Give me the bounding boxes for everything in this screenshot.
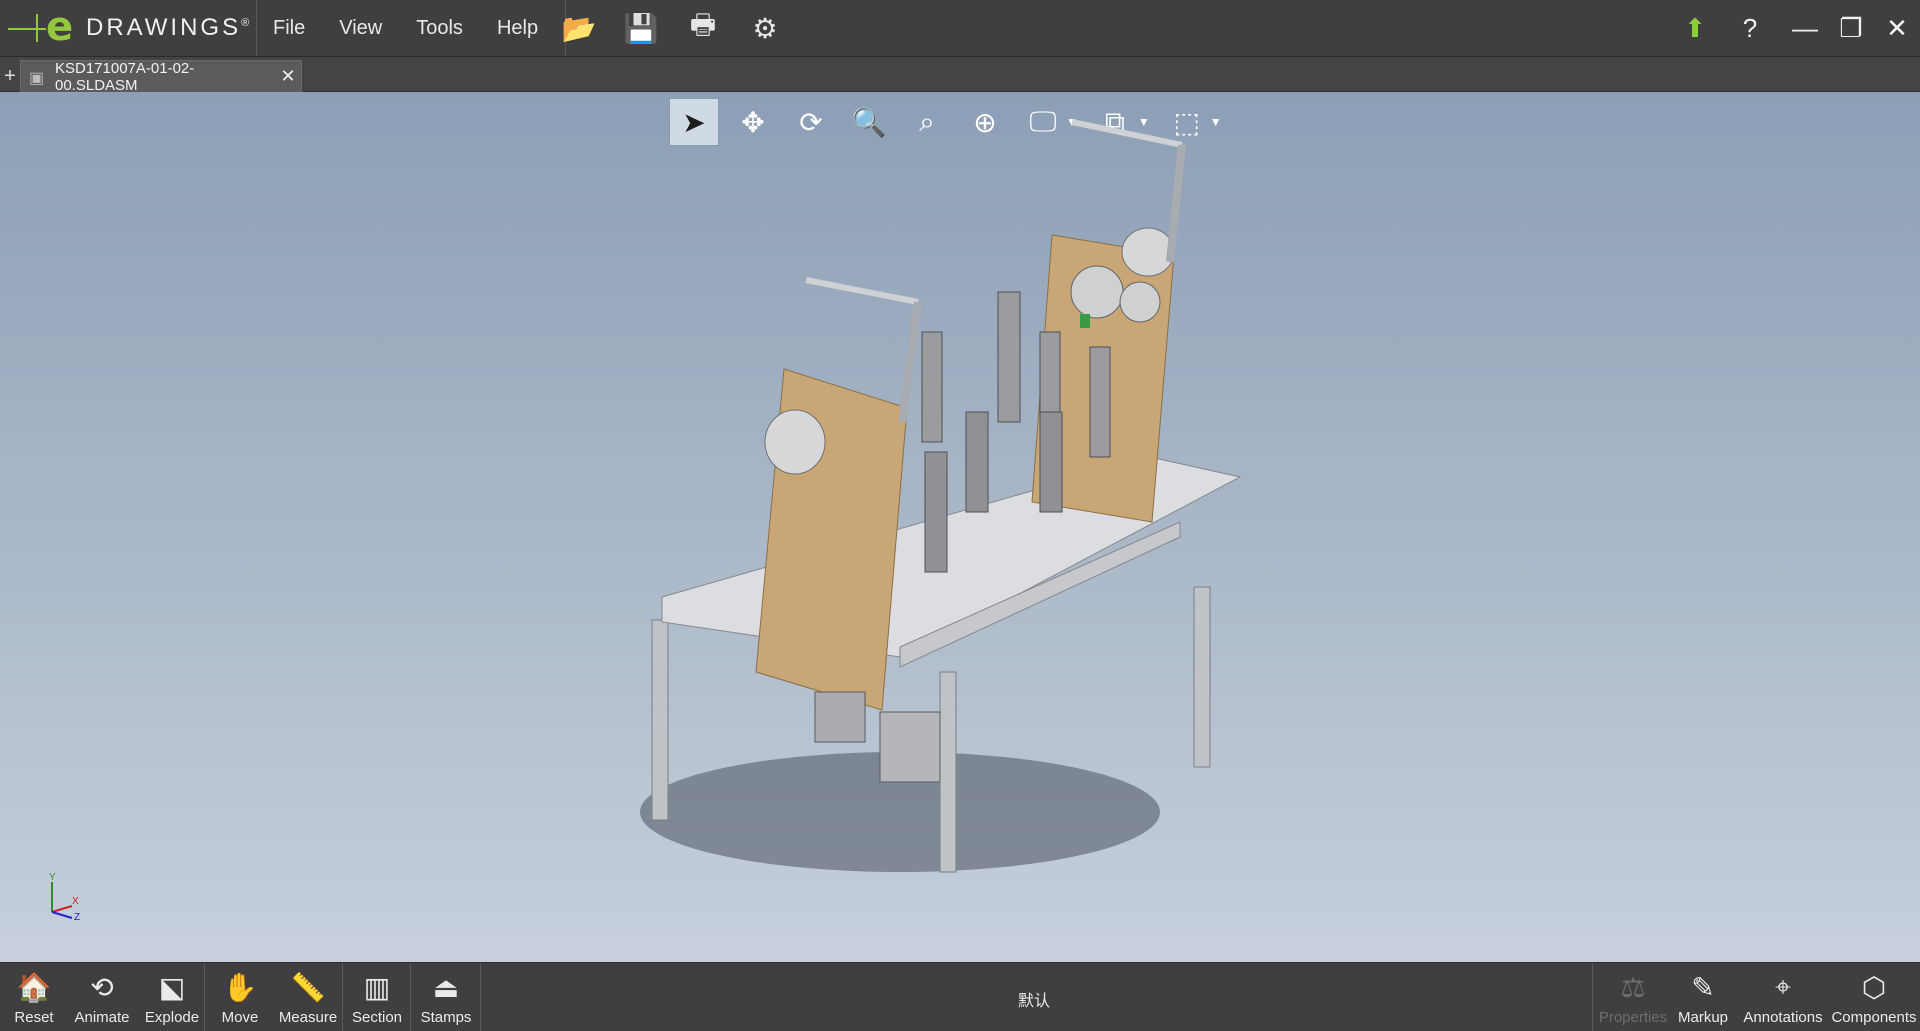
reset-label: Reset (14, 1009, 54, 1026)
cylinder-4 (1089, 346, 1111, 458)
move-icon: ✋ (222, 971, 258, 1003)
bottom-separator (410, 963, 411, 1031)
edrawings-logo: e DRAWINGS® (6, 0, 257, 56)
cylinder-6 (965, 411, 989, 513)
menu-file[interactable]: File (256, 17, 322, 40)
section-icon: ▥ (363, 971, 391, 1003)
configuration-name[interactable]: 默认 (1018, 987, 1050, 1011)
print-icon[interactable]: 🖶 (681, 8, 725, 48)
leg-front-left (651, 619, 669, 821)
cylinder-5 (924, 451, 948, 573)
logo-e: e (46, 4, 74, 50)
window-controls: ⬆ ? — ❐ ✕ (1672, 0, 1920, 56)
animate-label: Animate (74, 1009, 130, 1026)
lower-actuator (879, 711, 941, 783)
explode-label: Explode (144, 1009, 200, 1026)
triad-z: Z (74, 912, 80, 922)
section-label: Section (351, 1009, 403, 1026)
bottom-separator (480, 963, 481, 1031)
logo-wordmark: DRAWINGS® (86, 14, 253, 41)
explode-icon: ⬕ (158, 971, 186, 1003)
bottom-separator (1592, 963, 1593, 1031)
document-tab[interactable]: ▣ KSD171007A-01-02-00.SLDASM ✕ (20, 59, 302, 94)
stamps-icon: ⏏ (432, 971, 460, 1003)
save-icon[interactable]: 💾 (619, 8, 663, 48)
document-tab-title: KSD171007A-01-02-00.SLDASM (55, 59, 195, 94)
title-bar: e DRAWINGS® File View Tools Help 📂 💾 🖶 ⚙… (0, 0, 1920, 57)
add-tab-icon[interactable]: + (2, 65, 18, 88)
settings-gear-icon[interactable]: ⚙ (743, 8, 787, 48)
minimize-button[interactable]: — (1782, 13, 1828, 44)
open-file-icon[interactable]: 📂 (557, 8, 601, 48)
properties-label: Properties (1598, 1009, 1668, 1026)
lower-bracket (814, 691, 866, 743)
close-window-button[interactable]: ✕ (1874, 13, 1920, 44)
assembly-file-icon: ▣ (29, 69, 45, 87)
cylinder-7 (1039, 411, 1063, 513)
restore-button[interactable]: ❐ (1828, 13, 1874, 44)
move-button[interactable]: ✋ Move (212, 963, 268, 1031)
triad-x: X (72, 896, 79, 907)
properties-button[interactable]: ⚖ Properties (1596, 963, 1670, 1031)
measure-button[interactable]: 📏 Measure (276, 963, 340, 1031)
cylinder-2 (997, 291, 1021, 423)
annotations-button[interactable]: ⌖ Annotations (1740, 963, 1826, 1031)
bottom-separator (204, 963, 205, 1031)
section-button[interactable]: ▥ Section (348, 963, 406, 1031)
measure-label: Measure (278, 1009, 338, 1026)
leg-front-right (939, 671, 957, 873)
handle-post-front (898, 301, 922, 423)
upload-icon[interactable]: ⬆ (1672, 13, 1718, 44)
menu-tools[interactable]: Tools (399, 17, 480, 40)
bottom-separator (342, 963, 343, 1031)
markup-button[interactable]: ✎ Markup (1672, 963, 1734, 1031)
annotations-icon: ⌖ (1775, 970, 1791, 1002)
stamps-button[interactable]: ⏏ Stamps (416, 963, 476, 1031)
close-tab-icon[interactable]: ✕ (275, 66, 301, 87)
menu-bar: File View Tools Help (256, 0, 567, 56)
triad-y: Y (49, 872, 56, 883)
annotations-label: Annotations (1743, 1009, 1823, 1026)
components-label: Components (1831, 1009, 1917, 1026)
help-icon[interactable]: ? (1718, 13, 1782, 44)
menu-help[interactable]: Help (480, 17, 555, 40)
menu-view[interactable]: View (322, 17, 399, 40)
coordinate-triad: Y X Z (42, 872, 92, 923)
motor-back (1121, 227, 1175, 277)
leg-back-right (1193, 586, 1211, 768)
markup-label: Markup (1677, 1009, 1729, 1026)
stamps-label: Stamps (420, 1009, 472, 1026)
reset-button[interactable]: 🏠 Reset (6, 963, 62, 1031)
handle-post-back (1166, 144, 1186, 263)
handle-rod-front (805, 277, 919, 305)
bottom-command-bar: 🏠 Reset ⟲ Animate ⬕ Explode ✋ Move 📏 Mea… (0, 962, 1920, 1031)
measure-icon: 📏 (290, 971, 326, 1003)
pulley-small (1119, 281, 1161, 323)
graphics-viewport[interactable]: ➤ ✥ ⟳ 🔍 ⌕ ⊕ 🖵 ▼ ⧉ ▼ ⬚ ▼ Y X Z (0, 92, 1920, 962)
handle-rod-back (1071, 119, 1183, 148)
motor-front (764, 409, 826, 475)
markup-pencil-icon: ✎ (1691, 971, 1715, 1003)
document-tab-bar: + ▣ KSD171007A-01-02-00.SLDASM ✕ (0, 57, 1920, 94)
explode-button[interactable]: ⬕ Explode (140, 963, 204, 1031)
animate-button[interactable]: ⟲ Animate (70, 963, 134, 1031)
green-fitting (1080, 314, 1090, 328)
cad-assembly-model[interactable] (0, 92, 1920, 962)
quick-access-toolbar: 📂 💾 🖶 ⚙ (548, 0, 796, 56)
components-button[interactable]: ⬡ Components (1830, 963, 1918, 1031)
pulley-large (1070, 265, 1124, 319)
reset-home-icon: 🏠 (16, 971, 52, 1003)
components-cube-icon: ⬡ (1861, 971, 1887, 1003)
move-label: Move (221, 1009, 259, 1026)
properties-scale-icon: ⚖ (1620, 971, 1646, 1003)
animate-icon: ⟲ (90, 971, 114, 1003)
cylinder-1 (921, 331, 943, 443)
